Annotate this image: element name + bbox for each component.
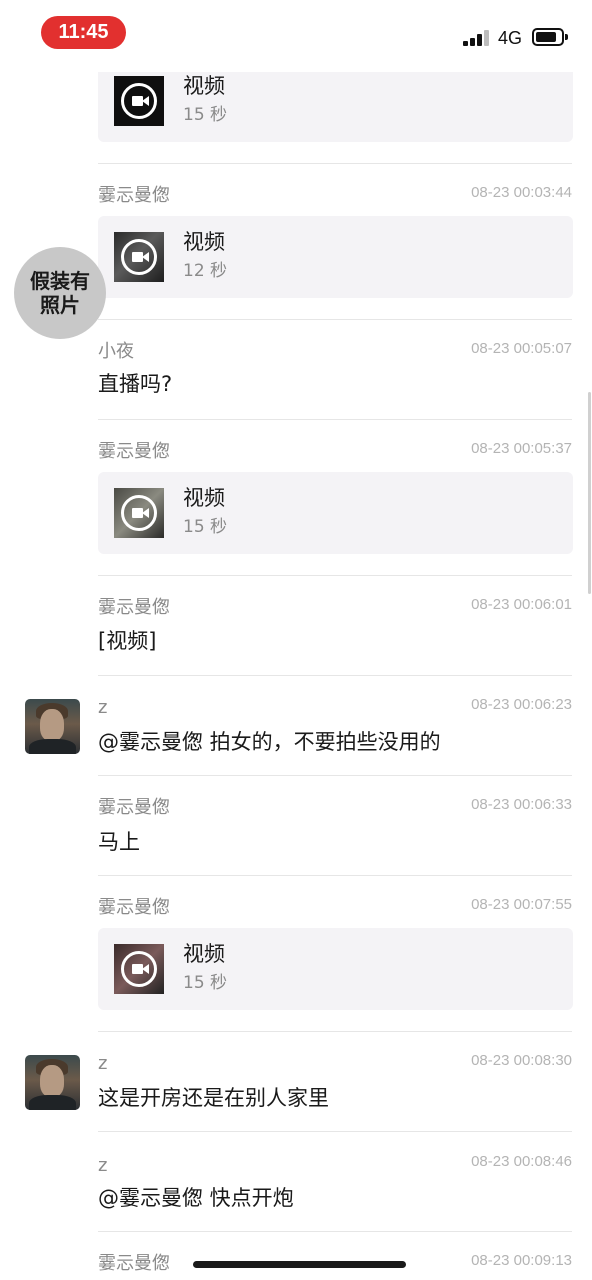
message-timestamp: 08-23 00:05:37	[471, 440, 572, 457]
message-timestamp: 08-23 00:08:30	[471, 1052, 572, 1069]
message-timestamp: 08-23 00:05:07	[471, 340, 572, 357]
message-text: @霎忈曼偬 快点开炮	[98, 1186, 294, 1210]
video-card[interactable]: 视频 15 秒	[98, 928, 573, 1010]
divider	[98, 875, 572, 876]
sender-name[interactable]: 霎忈曼偬	[98, 184, 170, 208]
video-camera-icon	[121, 495, 157, 531]
sender-name[interactable]: 霎忈曼偬	[98, 1252, 170, 1276]
sender-name[interactable]: z	[98, 1052, 107, 1076]
sender-name[interactable]: 霎忈曼偬	[98, 596, 170, 620]
video-thumbnail	[114, 488, 164, 538]
message-timestamp: 08-23 00:06:23	[471, 696, 572, 713]
video-thumbnail	[114, 232, 164, 282]
video-duration: 15 秒	[183, 973, 228, 993]
divider	[98, 163, 572, 164]
avatar-text: 假装有照片	[30, 269, 90, 317]
message-text: [视频]	[98, 629, 157, 653]
signal-icon	[463, 30, 491, 46]
message-text: @霎忈曼偬 拍女的，不要拍些没用的	[98, 730, 441, 754]
message-timestamp: 08-23 00:03:44	[471, 184, 572, 201]
divider	[98, 1231, 572, 1232]
sender-name[interactable]: z	[98, 1154, 107, 1178]
video-duration: 15 秒	[183, 517, 228, 537]
status-bar: 11:45 4G	[0, 0, 592, 72]
avatar[interactable]	[25, 699, 80, 754]
message-timestamp: 08-23 00:06:33	[471, 796, 572, 813]
video-camera-icon	[121, 239, 157, 275]
message-timestamp: 08-23 00:09:13	[471, 1252, 572, 1269]
message-timestamp: 08-23 00:06:01	[471, 596, 572, 613]
divider	[98, 675, 572, 676]
message-text: 直播吗?	[98, 372, 173, 396]
message-text: 这是开房还是在别人家里	[98, 1086, 329, 1110]
sender-name[interactable]: 霎忈曼偬	[98, 896, 170, 920]
avatar[interactable]: 假装有照片	[14, 247, 106, 339]
message-timestamp: 08-23 00:07:55	[471, 896, 572, 913]
avatar[interactable]	[25, 1055, 80, 1110]
battery-icon	[532, 28, 568, 46]
video-duration: 12 秒	[183, 261, 228, 281]
divider	[98, 1131, 572, 1132]
network-type: 4G	[498, 28, 523, 48]
message-feed[interactable]: 视频 15 秒 霎忈曼偬 08-23 00:03:44 视频 12 秒 小夜 0…	[0, 72, 592, 1280]
divider	[98, 775, 572, 776]
video-camera-icon	[121, 951, 157, 987]
message-timestamp: 08-23 00:08:46	[471, 1153, 572, 1170]
status-time[interactable]: 11:45	[41, 16, 126, 49]
video-thumbnail	[114, 944, 164, 994]
divider	[98, 575, 572, 576]
scrollbar[interactable]	[588, 392, 591, 594]
video-card[interactable]: 视频 15 秒	[98, 472, 573, 554]
sender-name[interactable]: z	[98, 696, 107, 720]
divider	[98, 1031, 572, 1032]
video-thumbnail	[114, 76, 164, 126]
home-indicator[interactable]	[193, 1261, 406, 1268]
sender-name[interactable]: 小夜	[98, 340, 134, 364]
video-card[interactable]: 视频 15 秒	[98, 72, 573, 142]
chat-screen: 11:45 4G 视频 15 秒 霎忈曼偬 08-23 00:03:44 视频 …	[0, 0, 592, 1280]
video-title: 视频	[183, 230, 225, 254]
divider	[98, 419, 572, 420]
video-card[interactable]: 视频 12 秒	[98, 216, 573, 298]
divider	[98, 319, 572, 320]
video-title: 视频	[183, 74, 225, 98]
video-duration: 15 秒	[183, 105, 228, 125]
sender-name[interactable]: 霎忈曼偬	[98, 440, 170, 464]
message-text: 马上	[98, 830, 140, 854]
video-title: 视频	[183, 486, 225, 510]
video-camera-icon	[121, 83, 157, 119]
video-title: 视频	[183, 942, 225, 966]
sender-name[interactable]: 霎忈曼偬	[98, 796, 170, 820]
